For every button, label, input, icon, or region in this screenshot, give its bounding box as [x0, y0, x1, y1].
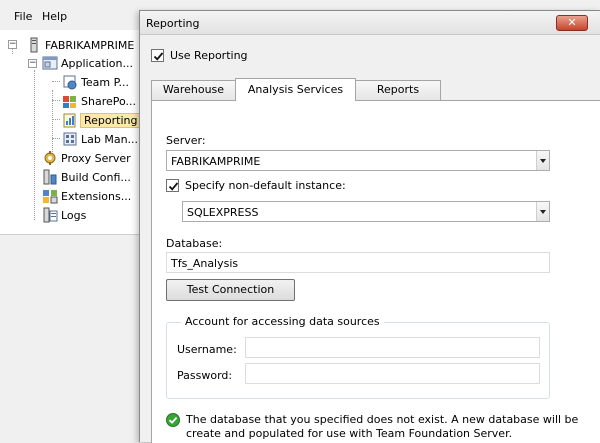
password-label: Password:: [177, 369, 233, 382]
logs-icon: [43, 207, 58, 223]
specify-instance-checkbox[interactable]: [166, 179, 179, 192]
lab-management-icon: [63, 132, 77, 146]
tree-item-reporting[interactable]: Reporting: [62, 111, 142, 129]
sharepoint-icon: [63, 96, 76, 108]
tree-label-application-tier: Application...: [61, 56, 133, 70]
tab-strip: Warehouse Analysis Services Reports: [151, 78, 591, 101]
close-button[interactable]: ✕: [556, 15, 588, 31]
reporting-dialog: Reporting ✕ Use Reporting Warehouse Anal…: [139, 10, 600, 443]
database-input[interactable]: Tfs_Analysis: [166, 252, 550, 273]
server-value: FABRIKAMPRIME: [171, 155, 261, 168]
tree-label-team-project: Team P...: [81, 75, 129, 89]
menu-help[interactable]: Help: [42, 10, 67, 23]
chevron-down-icon[interactable]: [536, 151, 549, 170]
checkmark-icon: [153, 52, 164, 61]
status-message-line2: create and populated for use with Team F…: [186, 427, 513, 440]
tree-item-proxy-server[interactable]: Proxy Server: [42, 149, 131, 167]
tree-item-application-tier[interactable]: Application...: [42, 54, 133, 72]
tree-item-extensions[interactable]: Extensions...: [42, 187, 131, 205]
server-dropdown[interactable]: FABRIKAMPRIME: [166, 150, 550, 171]
tree-label-extensions: Extensions...: [61, 189, 132, 203]
test-connection-button[interactable]: Test Connection: [166, 279, 295, 301]
instance-dropdown[interactable]: SQLEXPRESS: [182, 201, 550, 222]
username-label: Username:: [177, 343, 237, 356]
server-icon: [30, 37, 38, 53]
checkmark-icon: [168, 182, 179, 191]
application-tier-icon: [42, 56, 58, 70]
collapse-application-tier-toggle[interactable]: −: [28, 59, 37, 68]
tree-label-lab-management: Lab Man...: [81, 132, 139, 146]
navigation-tree: − FABRIKAMPRIME − Application... Team P.…: [0, 30, 142, 235]
use-reporting-checkbox[interactable]: [151, 49, 164, 62]
server-label: Server:: [166, 134, 206, 147]
chevron-down-icon[interactable]: [536, 202, 549, 221]
tree-item-team-project[interactable]: Team P...: [62, 73, 129, 91]
tree-item-logs[interactable]: Logs: [42, 206, 86, 224]
tree-label-root: FABRIKAMPRIME: [45, 38, 135, 52]
menu-bar: File Help: [0, 0, 140, 30]
extensions-icon: [43, 190, 58, 204]
tree-label-reporting: Reporting: [80, 112, 142, 128]
close-icon: ✕: [567, 16, 577, 29]
tab-warehouse[interactable]: Warehouse: [151, 80, 236, 100]
password-input[interactable]: [245, 363, 540, 384]
username-input[interactable]: [245, 337, 540, 358]
analysis-services-panel: Server: FABRIKAMPRIME Specify non-defaul…: [151, 100, 600, 443]
team-project-icon: [63, 75, 77, 90]
success-check-icon: [166, 413, 180, 427]
tab-analysis-services[interactable]: Analysis Services: [235, 78, 356, 101]
tab-reports[interactable]: Reports: [355, 80, 441, 100]
account-group-label: Account for accessing data sources: [181, 315, 384, 328]
database-label: Database:: [166, 237, 223, 250]
tree-item-root[interactable]: FABRIKAMPRIME: [26, 36, 134, 54]
tree-label-build-configuration: Build Confi...: [61, 170, 131, 184]
proxy-server-icon: [44, 151, 56, 165]
tree-item-sharepoint[interactable]: SharePo...: [62, 92, 136, 110]
specify-instance-label: Specify non-default instance:: [185, 179, 346, 192]
reporting-icon: [63, 113, 76, 128]
tree-label-logs: Logs: [61, 208, 87, 222]
dialog-title: Reporting: [146, 17, 200, 30]
use-reporting-label: Use Reporting: [170, 49, 248, 62]
tree-label-proxy-server: Proxy Server: [61, 151, 131, 165]
menu-file[interactable]: File: [14, 10, 32, 23]
tree-item-lab-management[interactable]: Lab Man...: [62, 130, 138, 148]
account-groupbox: Account for accessing data sources Usern…: [166, 315, 550, 399]
database-value: Tfs_Analysis: [171, 257, 239, 270]
status-message-line1: The database that you specified does not…: [186, 413, 579, 426]
tree-item-build-configuration[interactable]: Build Confi...: [42, 168, 131, 186]
build-configuration-icon: [43, 169, 57, 185]
tree-label-sharepoint: SharePo...: [81, 94, 137, 108]
instance-value: SQLEXPRESS: [187, 206, 259, 219]
collapse-root-toggle[interactable]: −: [8, 40, 17, 49]
dialog-titlebar[interactable]: Reporting ✕: [140, 11, 600, 35]
